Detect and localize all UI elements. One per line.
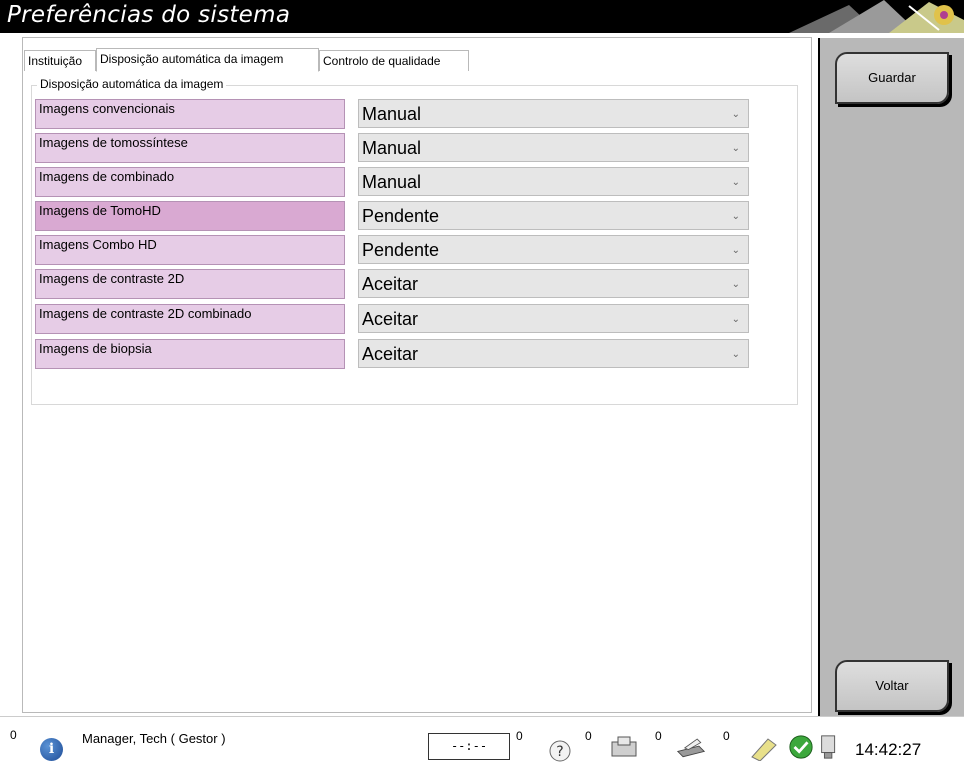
row-label-combinado: Imagens de combinado — [35, 167, 345, 197]
printer-count: 0 — [723, 729, 730, 743]
select-tomossintese[interactable]: Manual ⌄ — [358, 133, 749, 162]
user-name[interactable]: Manager, Tech ( Gestor ) — [82, 731, 226, 746]
select-value: Aceitar — [362, 344, 419, 364]
select-contraste-2d[interactable]: Aceitar ⌄ — [358, 269, 749, 298]
chevron-down-icon: ⌄ — [731, 314, 740, 325]
tab-disposicao-automatica[interactable]: Disposição automática da imagem — [96, 48, 319, 72]
select-biopsia[interactable]: Aceitar ⌄ — [358, 339, 749, 368]
save-button[interactable]: Guardar — [835, 52, 949, 104]
select-contraste-2d-combinado[interactable]: Aceitar ⌄ — [358, 304, 749, 333]
select-value: Manual — [362, 104, 422, 124]
clock: 14:42:27 — [855, 740, 922, 759]
timer-display: --:-- — [428, 733, 510, 760]
select-value: Pendente — [362, 240, 440, 260]
select-convencionais[interactable]: Manual ⌄ — [358, 99, 749, 128]
select-combohd[interactable]: Pendente ⌄ — [358, 235, 749, 264]
flower-banner-image — [789, 0, 964, 33]
row-label-tomossintese: Imagens de tomossíntese — [35, 133, 345, 163]
row-label-tomohd: Imagens de TomoHD — [35, 201, 345, 231]
title-bar: Preferências do sistema — [0, 0, 964, 33]
chevron-down-icon: ⌄ — [731, 279, 740, 290]
tab-controlo-qualidade[interactable]: Controlo de qualidade — [319, 50, 469, 71]
select-tomohd[interactable]: Pendente ⌄ — [358, 201, 749, 230]
row-label-convencionais: Imagens convencionais — [35, 99, 345, 129]
group-label: Disposição automática da imagem — [37, 77, 227, 91]
scanner-count: 0 — [655, 729, 662, 743]
tab-instituicao[interactable]: Instituição — [24, 50, 96, 71]
select-value: Pendente — [362, 206, 440, 226]
window-title: Preferências do sistema — [7, 2, 291, 28]
network-icon[interactable] — [818, 734, 842, 760]
row-label-contraste-2d-combinado: Imagens de contraste 2D combinado — [35, 304, 345, 334]
printer-icon[interactable] — [676, 734, 706, 760]
scanner-icon[interactable] — [609, 734, 639, 760]
back-button[interactable]: Voltar — [835, 660, 949, 712]
info-icon[interactable]: i — [40, 738, 63, 761]
check-icon[interactable] — [786, 734, 816, 760]
select-combinado[interactable]: Manual ⌄ — [358, 167, 749, 196]
svg-text:?: ? — [556, 744, 563, 760]
row-label-contraste-2d: Imagens de contraste 2D — [35, 269, 345, 299]
select-value: Aceitar — [362, 309, 419, 329]
help-count: 0 — [585, 729, 592, 743]
chevron-down-icon: ⌄ — [731, 245, 740, 256]
chevron-down-icon: ⌄ — [731, 177, 740, 188]
chevron-down-icon: ⌄ — [731, 143, 740, 154]
row-label-combohd: Imagens Combo HD — [35, 235, 345, 265]
select-value: Manual — [362, 172, 422, 192]
timer-count: 0 — [516, 729, 523, 743]
left-count: 0 — [10, 728, 17, 742]
select-value: Manual — [362, 138, 422, 158]
help-icon[interactable]: ? — [545, 738, 575, 764]
right-action-panel — [818, 38, 964, 716]
chevron-down-icon: ⌄ — [731, 109, 740, 120]
chevron-down-icon: ⌄ — [731, 211, 740, 222]
chevron-down-icon: ⌄ — [731, 349, 740, 360]
select-value: Aceitar — [362, 274, 419, 294]
notes-icon[interactable] — [748, 735, 778, 761]
row-label-biopsia: Imagens de biopsia — [35, 339, 345, 369]
